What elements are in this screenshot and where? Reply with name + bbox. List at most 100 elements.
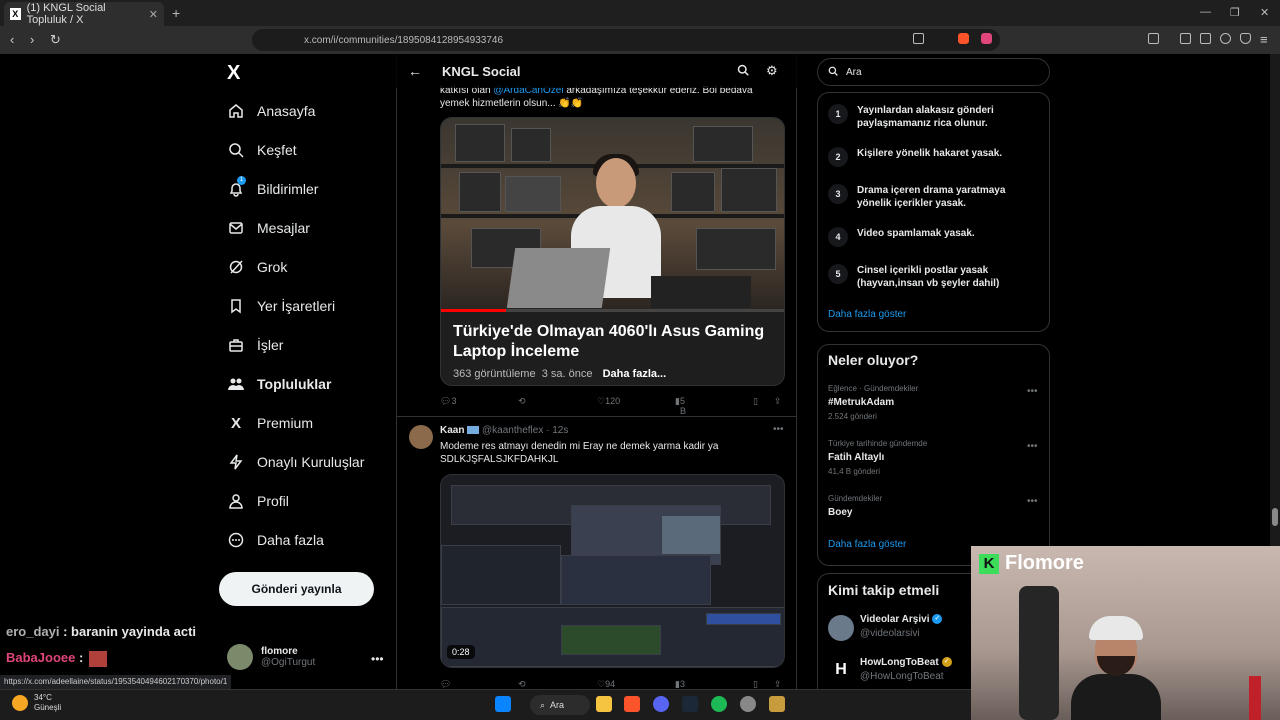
card-more-link[interactable]: Daha fazla...	[603, 368, 667, 380]
x-logo-icon[interactable]: X	[227, 62, 240, 85]
mail-icon	[227, 219, 245, 237]
trend-more-icon[interactable]: •••	[1027, 386, 1038, 397]
trend-item[interactable]: Fatih Altaylı	[828, 452, 884, 463]
maximize-icon[interactable]: ❐	[1230, 6, 1240, 19]
taskbar	[0, 689, 971, 720]
discord-icon[interactable]	[653, 696, 669, 712]
file-explorer-icon[interactable]	[596, 696, 612, 712]
sidebar-item-verified-orgs[interactable]: Onaylı Kuruluşlar	[227, 453, 364, 471]
browser-menu-icon[interactable]: ≡	[1260, 32, 1268, 47]
chat-message: ero_dayi : baranin yayinda acti	[6, 624, 196, 639]
trend-more-icon[interactable]: •••	[1027, 441, 1038, 452]
trends-title: Neler oluyor?	[828, 352, 919, 368]
reply-button[interactable]: 💬︎ 3	[440, 396, 456, 407]
sidebar-item-profile[interactable]: Profil	[227, 492, 289, 510]
share-icon[interactable]: ⇪	[774, 396, 782, 407]
follow-name[interactable]: HowLongToBeat ✓	[860, 657, 952, 668]
post-button[interactable]: Gönderi yayınla	[219, 572, 374, 606]
windows-start-icon[interactable]	[495, 696, 511, 712]
follow-name[interactable]: Videolar Arşivi ✓	[860, 614, 943, 625]
sidebar-item-grok[interactable]: Grok	[227, 258, 287, 276]
briefcase-icon	[227, 336, 245, 354]
sidebar-item-label: Onaylı Kuruluşlar	[257, 454, 365, 470]
rules-show-more-link[interactable]: Daha fazla göster	[828, 309, 906, 320]
sidebar-item-label: Yer İşaretleri	[257, 298, 336, 314]
like-button[interactable]: ♡ 120	[597, 396, 620, 407]
post-more-icon[interactable]: •••	[773, 424, 784, 435]
wallet-icon[interactable]	[1200, 33, 1211, 44]
trend-category: Gündemdekiler	[828, 494, 883, 503]
tab-search-icon[interactable]	[1148, 33, 1159, 44]
page-title: KNGL Social	[442, 63, 521, 79]
url-bar[interactable]: x.com/i/communities/1895084128954933746	[252, 29, 1000, 51]
browser-tab[interactable]: X (1) KNGL Social Topluluk / X ✕	[4, 2, 164, 26]
video-player[interactable]: 0:28	[440, 474, 785, 668]
search-icon	[828, 66, 838, 79]
bookmark-button[interactable]: ▯	[753, 396, 758, 407]
scrollbar-thumb[interactable]	[1272, 508, 1278, 526]
rule-item: 5 Cinsel içerikli postlar yasak (hayvan,i…	[828, 264, 1028, 290]
back-arrow-icon[interactable]: ←	[408, 63, 422, 79]
trend-item[interactable]: Boey	[828, 507, 852, 518]
sidebar-item-home[interactable]: Anasayfa	[227, 102, 315, 120]
sidebar-toggle-icon[interactable]	[1180, 33, 1191, 44]
trend-count: 2.524 gönderi	[828, 412, 877, 421]
cast-icon[interactable]	[913, 33, 924, 44]
video-duration: 0:28	[447, 645, 475, 659]
author-handle[interactable]: @kaantheflex	[482, 425, 543, 436]
trends-show-more-link[interactable]: Daha fazla göster	[828, 539, 906, 550]
search-icon[interactable]	[737, 64, 749, 79]
howlongtobeat-logo-icon[interactable]: H	[828, 657, 854, 683]
league-of-legends-icon[interactable]	[769, 696, 785, 712]
search-input[interactable]: Ara	[817, 58, 1050, 86]
post-time[interactable]: 12s	[552, 425, 568, 436]
reload-icon[interactable]: ↻	[50, 32, 61, 48]
x-favicon-icon: X	[10, 8, 21, 20]
account-switcher[interactable]: flomore @OgiTurgut	[227, 644, 315, 670]
avatar[interactable]	[409, 425, 433, 449]
gear-icon[interactable]: ⚙	[766, 63, 778, 79]
more-circle-icon	[227, 531, 245, 549]
tab-close-icon[interactable]: ✕	[149, 8, 158, 21]
brave-rewards-icon[interactable]	[981, 33, 992, 44]
weather-widget[interactable]: 34°C Güneşli	[12, 693, 61, 713]
tab-title: (1) KNGL Social Topluluk / X	[26, 2, 106, 26]
taskbar-search[interactable]: ⌕ Ara	[530, 695, 590, 715]
retweet-icon[interactable]: ⟲	[518, 396, 526, 407]
forward-nav-icon[interactable]: ›	[30, 32, 34, 47]
sidebar-item-explore[interactable]: Keşfet	[227, 141, 297, 159]
sidebar-item-label: İşler	[257, 337, 284, 353]
new-tab-icon[interactable]: +	[172, 5, 180, 21]
steam-icon[interactable]	[682, 696, 698, 712]
avatar[interactable]	[828, 615, 854, 641]
sidebar-item-messages[interactable]: Mesajlar	[227, 219, 310, 237]
sidebar-item-notifications[interactable]: 1 Bildirimler	[227, 176, 318, 198]
leo-ai-icon[interactable]	[1220, 33, 1231, 44]
brave-browser-icon[interactable]	[624, 696, 640, 712]
sidebar-item-bookmarks[interactable]: Yer İşaretleri	[227, 297, 335, 315]
home-icon	[227, 102, 245, 120]
rule-item: 2 Kişilere yönelik hakaret yasak.	[828, 147, 1028, 167]
trend-more-icon[interactable]: •••	[1027, 496, 1038, 507]
video-progress-bar	[441, 309, 506, 312]
back-nav-icon[interactable]: ‹	[10, 32, 14, 47]
window-close-icon[interactable]: ✕	[1260, 6, 1269, 19]
author-name[interactable]: Kaan	[440, 425, 464, 436]
sidebar-item-communities[interactable]: Topluluklar	[227, 375, 331, 393]
obs-icon[interactable]	[740, 696, 756, 712]
spotify-icon[interactable]	[711, 696, 727, 712]
views-button[interactable]: ▮ 5 B	[675, 396, 686, 416]
account-more-icon[interactable]: •••	[371, 652, 384, 666]
verified-badge-icon: ✓	[941, 657, 952, 668]
sidebar-item-more[interactable]: Daha fazla	[227, 531, 324, 549]
browser-tab-bar: X (1) KNGL Social Topluluk / X ✕ + — ❐ ✕	[0, 0, 1280, 26]
sidebar-item-jobs[interactable]: İşler	[227, 336, 283, 354]
vpn-icon[interactable]	[1240, 33, 1251, 44]
profile-handle: @OgiTurgut	[261, 657, 316, 668]
sidebar-item-label: Mesajlar	[257, 220, 310, 236]
sidebar-item-premium[interactable]: X Premium	[227, 414, 313, 432]
youtube-link-card[interactable]: Türkiye'de Olmayan 4060'lı Asus Gaming L…	[440, 117, 785, 386]
brave-shield-icon[interactable]	[958, 33, 969, 44]
trend-item[interactable]: #MetrukAdam	[828, 397, 894, 408]
minimize-icon[interactable]: —	[1200, 6, 1211, 18]
